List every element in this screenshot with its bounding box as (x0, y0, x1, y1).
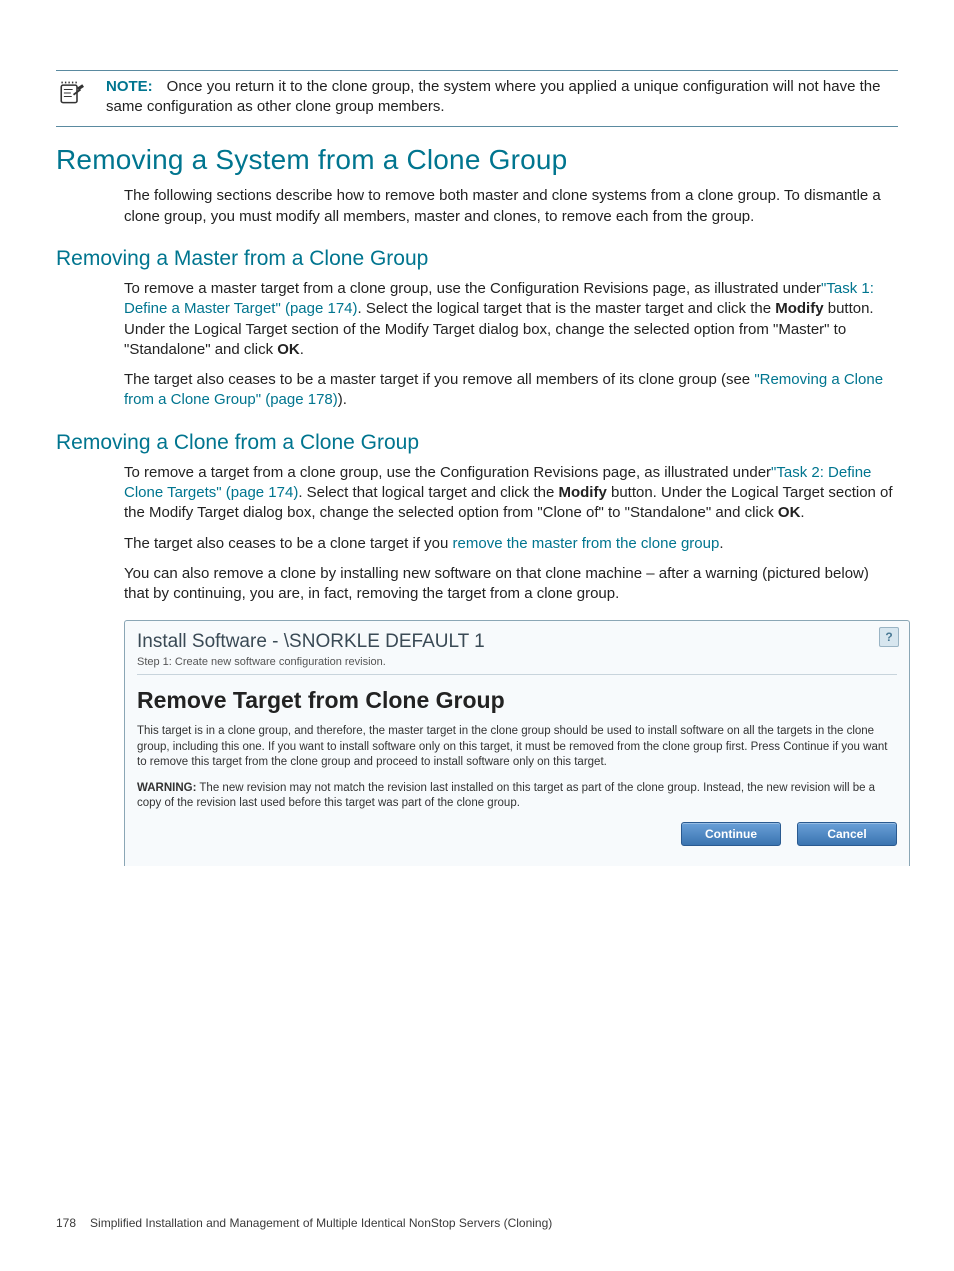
note-label: NOTE: (106, 78, 153, 95)
note-block: NOTE:Once you return it to the clone gro… (56, 70, 898, 127)
warning-label: WARNING: (137, 782, 196, 794)
help-button[interactable]: ? (879, 627, 899, 647)
heading-removing-master: Removing a Master from a Clone Group (56, 245, 898, 273)
cancel-button[interactable]: Cancel (797, 822, 897, 846)
continue-button[interactable]: Continue (681, 822, 781, 846)
section3-p1: To remove a target from a clone group, u… (124, 463, 898, 524)
note-icon (56, 79, 84, 107)
dialog-title: Install Software - \SNORKLE DEFAULT 1 (137, 629, 897, 655)
install-software-dialog: ? Install Software - \SNORKLE DEFAULT 1 … (124, 620, 910, 865)
section3-p2: The target also ceases to be a clone tar… (124, 534, 898, 554)
heading-removing-system: Removing a System from a Clone Group (56, 141, 898, 179)
note-text: Once you return it to the clone group, t… (106, 78, 880, 115)
section2-p2: The target also ceases to be a master ta… (124, 370, 898, 411)
dialog-buttons: Continue Cancel (137, 822, 897, 846)
section2-p1: To remove a master target from a clone g… (124, 279, 898, 360)
dialog-step: Step 1: Create new software configuratio… (137, 655, 897, 675)
page-number: 178 (56, 1215, 76, 1231)
section1-para: The following sections describe how to r… (124, 186, 898, 227)
dialog-heading: Remove Target from Clone Group (137, 685, 897, 716)
dialog-body: This target is in a clone group, and the… (137, 724, 897, 771)
warning-text: The new revision may not match the revis… (137, 782, 875, 810)
heading-removing-clone: Removing a Clone from a Clone Group (56, 429, 898, 457)
link-remove-master[interactable]: remove the master from the clone group (453, 535, 720, 552)
note-body: NOTE:Once you return it to the clone gro… (106, 77, 898, 118)
dialog-warning: WARNING: The new revision may not match … (137, 781, 897, 812)
page-footer: 178 Simplified Installation and Manageme… (56, 1215, 552, 1231)
section3-p3: You can also remove a clone by installin… (124, 564, 898, 605)
footer-title: Simplified Installation and Management o… (90, 1215, 552, 1231)
